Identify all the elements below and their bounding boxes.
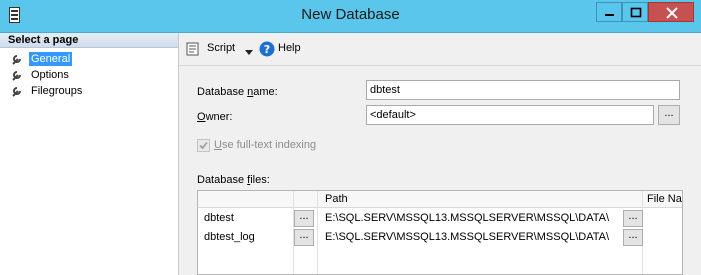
minimize-button[interactable] <box>596 2 622 22</box>
grid-header: Path File Na <box>198 191 682 208</box>
wrench-icon <box>11 69 25 81</box>
page-selector-panel: Select a page General Options Filegroups <box>0 33 179 275</box>
database-name-label: Database name: <box>197 86 278 98</box>
sidebar-item-label: General <box>29 52 73 66</box>
fulltext-indexing-label: Use full-text indexing <box>214 139 317 151</box>
row-browse-button[interactable]: ... <box>294 210 314 227</box>
table-row[interactable]: dbtest_log ... E:\SQL.SERV\MSSQL13.MSSQL… <box>198 228 682 248</box>
fulltext-indexing-checkbox[interactable] <box>197 139 210 152</box>
help-label: Help <box>278 42 301 54</box>
column-header-file-name[interactable]: File Na <box>647 193 682 205</box>
maximize-button[interactable] <box>622 2 648 22</box>
wrench-icon <box>11 85 25 97</box>
database-files-label: Database files: <box>197 174 270 186</box>
close-button[interactable] <box>648 2 694 22</box>
owner-browse-button[interactable]: ... <box>658 105 680 125</box>
sidebar-item-label: Filegroups <box>31 85 83 97</box>
path-browse-button[interactable]: ... <box>623 229 643 246</box>
logical-name-cell[interactable]: dbtest_log <box>204 231 255 243</box>
owner-label: Owner: <box>197 111 233 123</box>
row-browse-button[interactable]: ... <box>294 229 314 246</box>
logical-name-cell[interactable]: dbtest <box>204 212 234 224</box>
chevron-down-icon[interactable] <box>245 46 253 58</box>
path-cell[interactable]: E:\SQL.SERV\MSSQL13.MSSQLSERVER\MSSQL\DA… <box>325 231 609 243</box>
database-name-input[interactable]: dbtest <box>366 80 680 100</box>
path-browse-button[interactable]: ... <box>623 210 643 227</box>
general-page: Database name: dbtest Owner: <default> .… <box>179 66 701 275</box>
help-icon: ? <box>259 41 275 60</box>
path-cell[interactable]: E:\SQL.SERV\MSSQL13.MSSQLSERVER\MSSQL\DA… <box>325 212 609 224</box>
owner-input[interactable]: <default> <box>366 105 654 125</box>
database-files-grid[interactable]: Path File Na dbtest ... E:\SQL.SERV\MSSQ… <box>197 190 683 275</box>
table-row[interactable]: dbtest ... E:\SQL.SERV\MSSQL13.MSSQLSERV… <box>198 209 682 229</box>
page-selector-header: Select a page <box>0 33 178 48</box>
wrench-icon <box>11 53 25 65</box>
toolbar: Script ? Help <box>179 33 701 66</box>
svg-text:?: ? <box>264 43 270 56</box>
script-icon <box>186 42 201 59</box>
column-header-path[interactable]: Path <box>325 193 348 205</box>
sidebar-item-label: Options <box>31 69 69 81</box>
script-label: Script <box>207 42 236 54</box>
title-bar: New Database <box>0 0 701 33</box>
